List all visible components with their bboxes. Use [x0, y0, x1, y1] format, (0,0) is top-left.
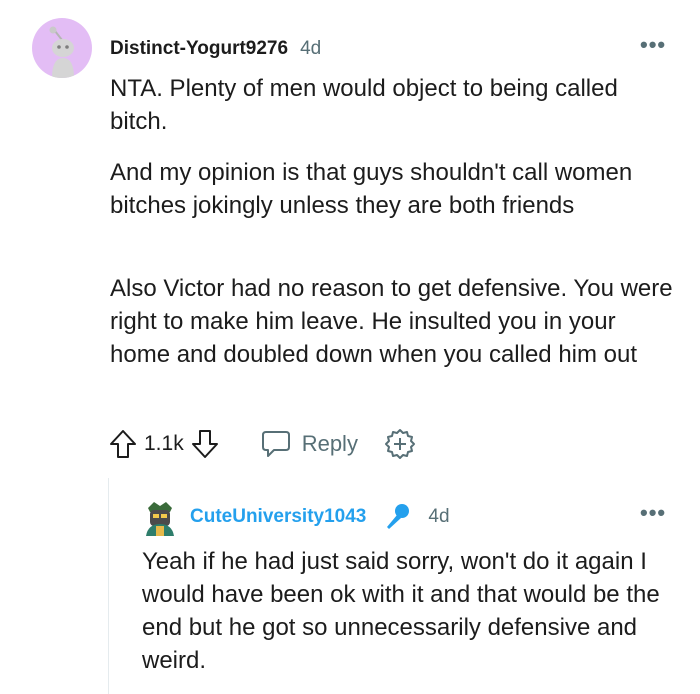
- thread-line[interactable]: [108, 478, 109, 694]
- award-icon[interactable]: [384, 428, 416, 460]
- user-avatar-icon: [146, 502, 174, 536]
- comment-actions: 1.1k Reply: [108, 424, 416, 464]
- downvote-icon[interactable]: [190, 428, 220, 460]
- comment-username[interactable]: Distinct-Yogurt9276: [110, 38, 288, 60]
- upvote-icon[interactable]: [108, 428, 138, 460]
- reply-icon: [260, 429, 292, 459]
- reply-more-options-icon[interactable]: •••: [640, 500, 666, 526]
- comment-header: Distinct-Yogurt9276 4d: [110, 36, 321, 62]
- vote-count: 1.1k: [144, 432, 184, 455]
- reply-header: CuteUniversity1043 4d: [190, 504, 450, 530]
- reply-username[interactable]: CuteUniversity1043: [190, 506, 366, 528]
- reply-text: Yeah if he had just said sorry, won't do…: [142, 548, 660, 674]
- comment-timestamp: 4d: [300, 38, 322, 59]
- commenter-avatar[interactable]: [32, 18, 92, 78]
- reply-avatar[interactable]: [140, 498, 180, 538]
- snoo-avatar-icon: [49, 26, 74, 78]
- more-options-icon[interactable]: •••: [640, 32, 666, 58]
- comment-paragraph-1: NTA. Plenty of men would object to being…: [110, 75, 618, 135]
- microphone-icon: [382, 502, 412, 532]
- reply-label: Reply: [301, 431, 358, 456]
- reply-button[interactable]: Reply: [260, 429, 358, 459]
- reply-timestamp: 4d: [428, 506, 450, 527]
- comment-paragraph-3: Also Victor had no reason to get defensi…: [110, 275, 673, 368]
- comment-paragraph-2: And my opinion is that guys shouldn't ca…: [110, 159, 633, 219]
